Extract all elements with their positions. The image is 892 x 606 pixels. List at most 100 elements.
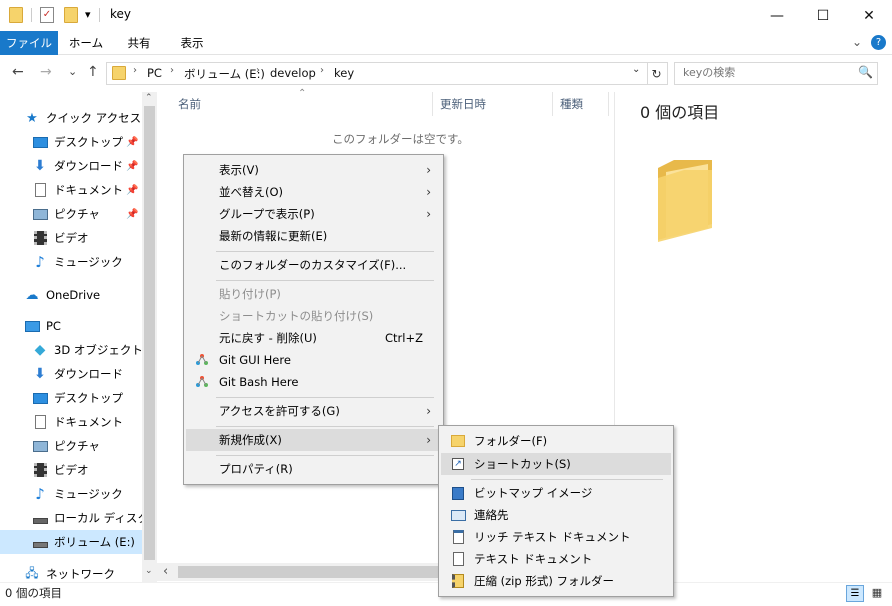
network-icon: 🖧 bbox=[25, 565, 39, 580]
menu-item-give-access[interactable]: アクセスを許可する(G) › bbox=[186, 400, 441, 422]
sidebar-item-label: OneDrive bbox=[46, 288, 101, 302]
menu-item-paste-shortcut[interactable]: ショートカットの貼り付け(S) bbox=[186, 305, 441, 327]
minimize-button[interactable]: — bbox=[754, 0, 800, 31]
menu-item-undo-delete[interactable]: 元に戻す - 削除(U) Ctrl+Z bbox=[186, 327, 441, 349]
submenu-item-zip-folder[interactable]: 圧縮 (zip 形式) フォルダー bbox=[441, 570, 671, 592]
sidebar-item-label: ピクチャ bbox=[54, 207, 100, 221]
zip-folder-icon bbox=[450, 573, 466, 589]
tab-file[interactable]: ファイル bbox=[0, 31, 58, 55]
menu-item-customize-folder[interactable]: このフォルダーのカスタマイズ(F)... bbox=[186, 254, 441, 276]
submenu-item-bitmap[interactable]: ビットマップ イメージ bbox=[441, 482, 671, 504]
submenu-item-shortcut[interactable]: ↗ ショートカット(S) bbox=[441, 453, 671, 475]
refresh-button[interactable]: ↻ bbox=[646, 62, 668, 85]
column-modified[interactable]: 更新日時 bbox=[440, 96, 486, 112]
menu-item-label: グループで表示(P) bbox=[219, 207, 315, 221]
recent-locations-button[interactable]: ⌄ bbox=[68, 65, 77, 78]
search-icon[interactable]: 🔍 bbox=[858, 65, 873, 79]
qa-divider bbox=[31, 8, 32, 22]
pin-icon[interactable]: 📌 bbox=[126, 209, 138, 220]
submenu-item-rich-text[interactable]: リッチ テキスト ドキュメント bbox=[441, 526, 671, 548]
contact-icon bbox=[450, 507, 466, 523]
scroll-up-icon[interactable]: ⌃ bbox=[145, 93, 153, 103]
chevron-right-icon: › bbox=[426, 185, 431, 199]
column-separator[interactable] bbox=[552, 92, 553, 116]
sidebar-scroll-thumb[interactable] bbox=[144, 106, 155, 560]
tab-home[interactable]: ホーム bbox=[60, 31, 112, 55]
qa-dropdown-icon[interactable]: ▾ bbox=[85, 8, 91, 21]
navigation-pane: ★ クイック アクセス デスクトップ 📌 ⬇ ダウンロード 📌 ドキュメント 📌… bbox=[0, 92, 157, 582]
menu-item-label: Git GUI Here bbox=[219, 353, 291, 367]
submenu-item-label: ビットマップ イメージ bbox=[474, 486, 593, 500]
back-button[interactable]: ← bbox=[12, 64, 24, 80]
menu-item-git-gui[interactable]: Git GUI Here bbox=[186, 349, 441, 371]
menu-item-git-bash[interactable]: Git Bash Here bbox=[186, 371, 441, 393]
breadcrumb-pc[interactable]: PC bbox=[147, 66, 162, 80]
search-box[interactable]: 🔍 bbox=[674, 62, 878, 85]
sidebar-item-volume-e[interactable]: ボリューム (E:) bbox=[0, 530, 142, 554]
pin-icon[interactable]: 📌 bbox=[126, 185, 138, 196]
menu-item-refresh[interactable]: 最新の情報に更新(E) bbox=[186, 225, 441, 247]
sort-arrow-icon: ⌃ bbox=[298, 88, 307, 99]
chevron-right-icon: › bbox=[426, 163, 431, 177]
sidebar-item-label: ダウンロード bbox=[54, 367, 123, 381]
scroll-down-icon[interactable]: ⌄ bbox=[145, 566, 153, 576]
crumb-separator[interactable]: › bbox=[256, 65, 260, 76]
crumb-separator[interactable]: › bbox=[133, 65, 137, 76]
new-submenu: フォルダー(F) ↗ ショートカット(S) ビットマップ イメージ 連絡先 リッ… bbox=[438, 425, 674, 597]
breadcrumb-develop[interactable]: develop bbox=[270, 66, 316, 80]
new-folder-icon[interactable] bbox=[64, 7, 78, 23]
title-bar: ✓ ▾ key — ☐ ✕ bbox=[0, 0, 892, 31]
tab-view[interactable]: 表示 bbox=[166, 31, 218, 55]
ribbon-expand-icon[interactable]: ⌄ bbox=[852, 35, 862, 49]
column-type[interactable]: 種類 bbox=[560, 96, 583, 112]
close-button[interactable]: ✕ bbox=[846, 0, 892, 31]
up-button[interactable]: ↑ bbox=[87, 64, 99, 80]
maximize-button[interactable]: ☐ bbox=[800, 0, 846, 31]
ribbon: ファイル ホーム 共有 表示 ⌄ ? bbox=[0, 31, 892, 55]
menu-item-new[interactable]: 新規作成(X) › bbox=[186, 429, 441, 451]
scroll-left-icon[interactable]: ‹ bbox=[163, 564, 168, 579]
properties-icon[interactable]: ✓ bbox=[40, 7, 54, 23]
menu-item-view[interactable]: 表示(V) › bbox=[186, 159, 441, 181]
details-view-button[interactable]: ☰ bbox=[846, 585, 864, 602]
help-icon[interactable]: ? bbox=[871, 35, 886, 50]
menu-separator bbox=[216, 426, 434, 427]
menu-item-sort[interactable]: 並べ替え(O) › bbox=[186, 181, 441, 203]
search-input[interactable] bbox=[683, 66, 853, 79]
address-dropdown-icon[interactable]: ⌄ bbox=[632, 64, 640, 75]
large-icons-view-button[interactable]: ▦ bbox=[868, 585, 886, 602]
horizontal-scroll-thumb[interactable] bbox=[178, 566, 438, 578]
menu-item-label: ショートカットの貼り付け(S) bbox=[219, 309, 374, 323]
submenu-item-label: 連絡先 bbox=[474, 508, 509, 522]
menu-item-properties[interactable]: プロパティ(R) bbox=[186, 458, 441, 480]
submenu-item-contact[interactable]: 連絡先 bbox=[441, 504, 671, 526]
submenu-item-text-document[interactable]: テキスト ドキュメント bbox=[441, 548, 671, 570]
menu-item-group-by[interactable]: グループで表示(P) › bbox=[186, 203, 441, 225]
column-separator[interactable] bbox=[432, 92, 433, 116]
menu-item-paste[interactable]: 貼り付け(P) bbox=[186, 283, 441, 305]
pin-icon[interactable]: 📌 bbox=[126, 137, 138, 148]
tab-share[interactable]: 共有 bbox=[114, 31, 164, 55]
crumb-separator[interactable]: › bbox=[170, 65, 174, 76]
chevron-right-icon: › bbox=[426, 207, 431, 221]
menu-item-shortcut: Ctrl+Z bbox=[385, 331, 423, 345]
column-name[interactable]: 名前 bbox=[178, 96, 201, 112]
crumb-separator[interactable]: › bbox=[320, 65, 324, 76]
pin-icon[interactable]: 📌 bbox=[126, 161, 138, 172]
sidebar-item-local-disk-c[interactable]: ローカル ディスク (C:) bbox=[32, 506, 142, 530]
breadcrumb-key[interactable]: key bbox=[334, 66, 354, 80]
breadcrumb-volume-e[interactable]: ボリューム (E:) bbox=[184, 66, 265, 82]
cloud-icon: ☁ bbox=[25, 287, 39, 303]
submenu-item-label: フォルダー(F) bbox=[474, 434, 548, 448]
menu-separator bbox=[471, 479, 663, 480]
music-icon: ♪ bbox=[35, 485, 45, 503]
star-icon: ★ bbox=[26, 110, 38, 126]
folder-icon bbox=[450, 433, 466, 449]
column-separator[interactable] bbox=[608, 92, 609, 116]
sidebar-item-label: PC bbox=[46, 319, 61, 333]
drive-c-icon bbox=[32, 511, 48, 525]
forward-button[interactable]: → bbox=[40, 64, 52, 80]
submenu-item-folder[interactable]: フォルダー(F) bbox=[441, 430, 671, 452]
sidebar-item-label: ボリューム (E:) bbox=[54, 535, 135, 549]
desktop-icon bbox=[32, 135, 48, 149]
